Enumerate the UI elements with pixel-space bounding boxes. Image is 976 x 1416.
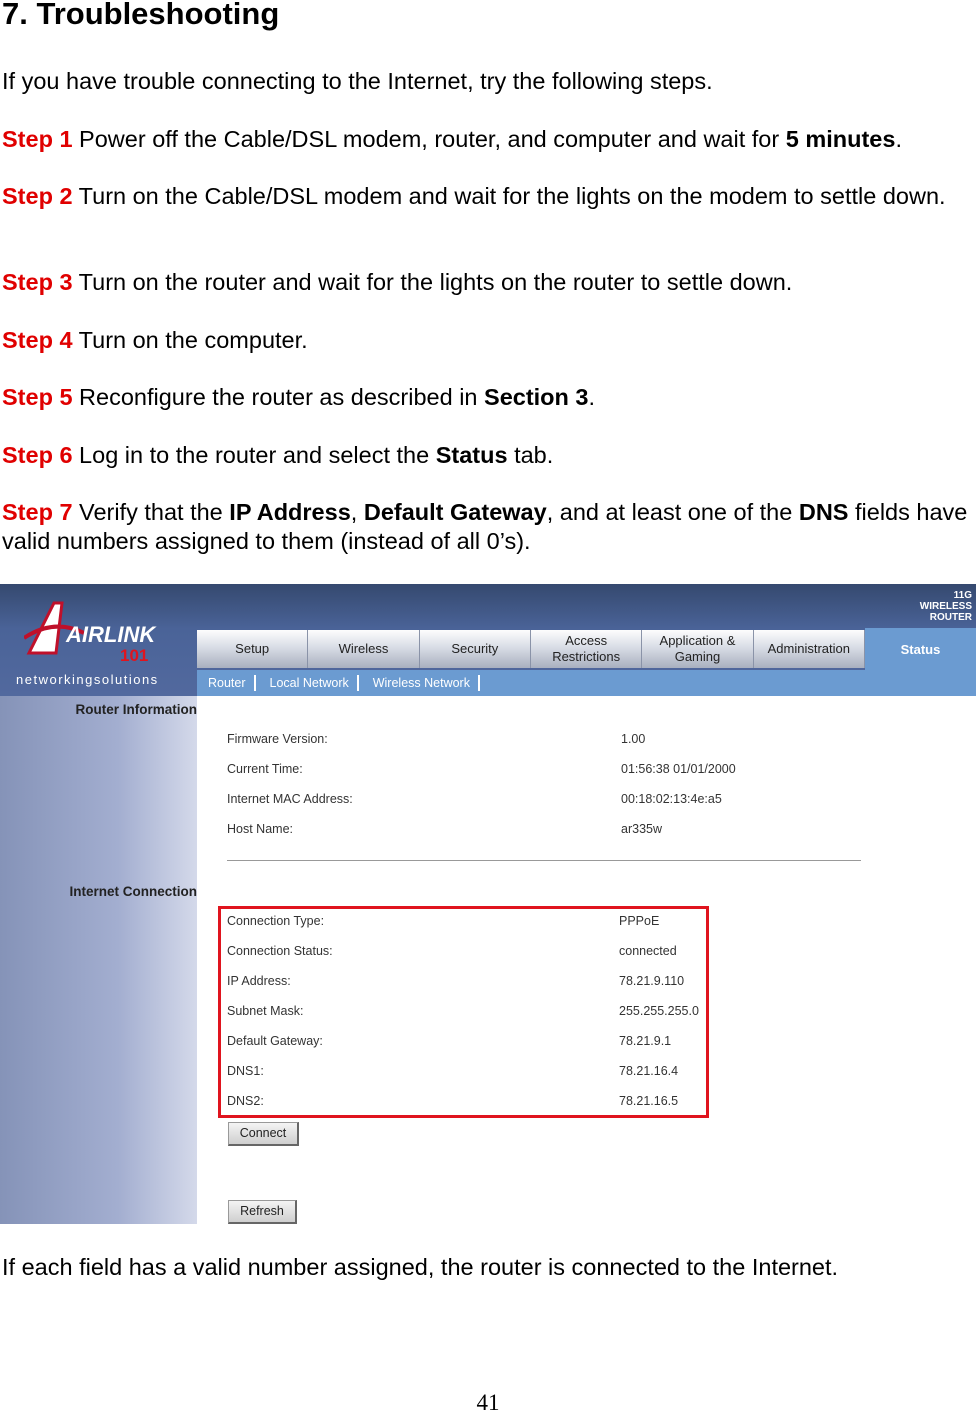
subtab-local-network[interactable]: Local Network	[270, 675, 359, 691]
step-text: Reconfigure the router as described in	[72, 384, 485, 410]
field-label: Host Name:	[227, 822, 293, 836]
airlink-logo: AIRLINK 101 networkingsolutions	[10, 594, 190, 694]
step-text: .	[895, 126, 902, 152]
subtab-wireless-network[interactable]: Wireless Network	[373, 675, 480, 691]
step-text: tab.	[507, 442, 554, 468]
step-text: Power off the Cable/DSL modem, router, a…	[72, 126, 786, 152]
router-information-label: Router Information	[75, 702, 198, 717]
step-label: Step 7	[2, 499, 73, 525]
step-text: Status	[435, 442, 508, 468]
field-label: Current Time:	[227, 762, 303, 776]
step-label: Step 3	[2, 269, 73, 295]
divider	[227, 860, 861, 861]
conclusion-text: If each field has a valid number assigne…	[2, 1254, 839, 1280]
step-3: Step 3 Turn on the router and wait for t…	[2, 268, 974, 297]
step-label: Step 5	[2, 384, 73, 410]
step-label: Step 2	[2, 183, 73, 209]
step-text: IP Address	[229, 499, 351, 525]
field-value: 00:18:02:13:4e:a5	[621, 792, 722, 806]
step-text: .	[588, 384, 596, 410]
step-text: DNS	[798, 499, 849, 525]
step-label: Step 4	[2, 327, 73, 353]
step-text: Turn on the computer.	[72, 327, 308, 353]
step-label: Step 1	[2, 126, 73, 152]
logo-number: 101	[120, 646, 149, 665]
step-text: Default Gateway	[363, 499, 547, 525]
main-tabs: Setup Wireless Security Access Restrictions…	[197, 630, 865, 668]
logo-tagline: networkingsolutions	[16, 672, 159, 687]
tab-wireless[interactable]: Wireless	[308, 630, 420, 668]
step-4: Step 4 Turn on the computer.	[2, 326, 974, 355]
logo-brand: AIRLINK	[66, 622, 156, 647]
step-text: Verify that the	[72, 499, 230, 525]
step-7: Step 7 Verify that the IP Address, Defau…	[2, 498, 974, 556]
tab-access-restrictions[interactable]: Access Restrictions	[530, 630, 643, 668]
field-value: ar335w	[621, 822, 662, 836]
step-label: Step 6	[2, 442, 73, 468]
step-5: Step 5 Reconfigure the router as describ…	[2, 383, 974, 412]
wireless-router-badge: 11G WIRELESS ROUTER	[919, 590, 972, 623]
refresh-button[interactable]: Refresh	[228, 1200, 297, 1224]
highlight-box	[218, 906, 709, 1118]
connect-button[interactable]: Connect	[228, 1122, 299, 1146]
tab-administration[interactable]: Administration	[753, 630, 865, 668]
section-heading: 7. Troubleshooting	[2, 0, 280, 31]
sub-tabs: Router Local Network Wireless Network	[197, 670, 976, 696]
step-text: Turn on the Cable/DSL modem and wait for…	[72, 183, 946, 209]
tab-application-gaming[interactable]: Application & Gaming	[642, 630, 754, 668]
step-1: Step 1 Power off the Cable/DSL modem, ro…	[2, 125, 974, 154]
step-2: Step 2 Turn on the Cable/DSL modem and w…	[2, 182, 974, 211]
step-text: Turn on the router and wait for the ligh…	[72, 269, 793, 295]
sidebar: Router Information Internet Connection	[0, 696, 197, 1224]
subtab-router[interactable]: Router	[208, 675, 256, 691]
router-status-screenshot: AIRLINK 101 networkingsolutions 11G WIRE…	[0, 584, 976, 1224]
tab-security[interactable]: Security	[419, 630, 531, 668]
step-text: Section 3	[484, 384, 589, 410]
field-value: 1.00	[621, 732, 646, 746]
field-label: Internet MAC Address:	[227, 792, 353, 806]
intro-text: If you have trouble connecting to the In…	[2, 68, 713, 94]
page-number: 41	[476, 1390, 500, 1415]
step-6: Step 6 Log in to the router and select t…	[2, 441, 974, 470]
step-text: Log in to the router and select the	[72, 442, 436, 468]
step-text: , and at least one of the	[546, 499, 799, 525]
internet-connection-label: Internet Connection	[69, 884, 198, 899]
step-text: 5 minutes	[785, 126, 896, 152]
step-text: ,	[350, 499, 364, 525]
field-value: 01:56:38 01/01/2000	[621, 762, 736, 776]
tab-setup[interactable]: Setup	[197, 630, 309, 668]
field-label: Firmware Version:	[227, 732, 328, 746]
